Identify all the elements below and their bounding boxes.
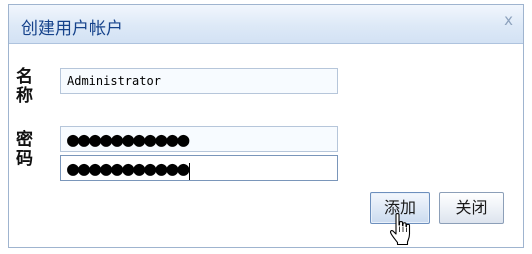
hand-pointer-icon xyxy=(390,212,411,246)
confirm-password-dots: ●●●●●●●●●●● xyxy=(67,156,189,180)
text-caret xyxy=(189,163,191,180)
name-label: 名称 xyxy=(16,67,33,106)
dialog-title: 创建用户帐户 xyxy=(21,19,123,39)
dialog-titlebar[interactable]: 创建用户帐户 x xyxy=(9,5,523,44)
password-field[interactable]: ●●●●●●●●●●● xyxy=(60,126,338,152)
password-label: 密码 xyxy=(16,130,33,169)
name-field[interactable] xyxy=(60,68,338,94)
password-dots: ●●●●●●●●●●● xyxy=(67,127,189,151)
confirm-password-field[interactable]: ●●●●●●●●●●● xyxy=(60,155,338,181)
close-icon[interactable]: x xyxy=(504,11,513,29)
close-button[interactable]: 关闭 xyxy=(439,192,504,224)
